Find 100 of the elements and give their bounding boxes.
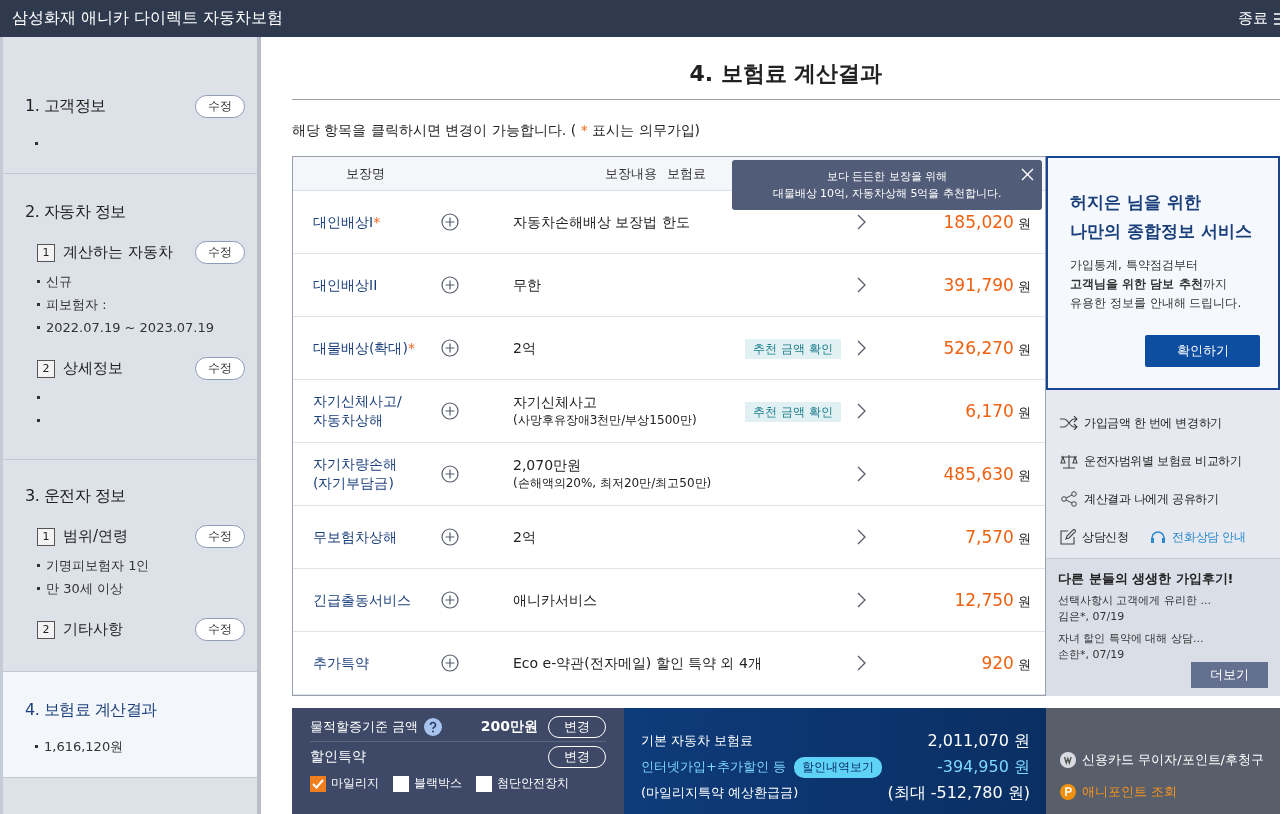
coverage-name[interactable]: 대인배상I* (313, 212, 441, 232)
step-title: 1. 고객정보 (25, 96, 107, 117)
confirm-button[interactable]: 확인하기 (1145, 335, 1260, 367)
coverage-note: (손해액의20%, 최저20만/최고50만) (513, 475, 713, 492)
premium-amount: 920 (981, 652, 1014, 673)
coverage-detail: 2억 (513, 528, 537, 546)
coverage-name[interactable]: 자기신체사고/ 자동차상해 (313, 392, 441, 430)
coverage-detail: Eco e-약관(전자메일) 할인 특약 외 4개 (513, 654, 763, 672)
review-author: 김은*, 07/19 (1058, 609, 1126, 625)
column-header: 보험료 (667, 164, 706, 183)
coverage-name[interactable]: 추가특약 (313, 653, 441, 673)
currency-unit: 원 (1018, 278, 1031, 294)
coverage-detail: 2,070만원 (513, 456, 583, 474)
coverage-detail: 무한 (513, 276, 542, 294)
edit-button[interactable]: 수정 (195, 95, 245, 118)
coverage-detail: 2억 (513, 339, 537, 357)
tooltip-text: 보다 든든한 보장을 위해 (826, 169, 948, 185)
summary-label: 기본 자동차 보험료 (641, 732, 754, 750)
page-title: 4. 보험료 계산결과 (292, 37, 1280, 100)
step-title: 4. 보험료 계산결과 (25, 700, 158, 721)
step-number: 2 (37, 620, 55, 639)
summary-text: 신규 (46, 272, 72, 291)
step-section[interactable]: 4. 보험료 계산결과 1,616,120원 (3, 672, 257, 778)
recommend-tag[interactable]: 추천 금액 확인 (745, 339, 841, 359)
substep-title: 범위/연령 (63, 527, 130, 546)
coverage-note: (사망후유장애3천만/부상1500만) (513, 412, 698, 429)
premium-amount: 12,750 (954, 589, 1014, 610)
option-label: 물적할증기준 금액 (310, 717, 419, 736)
edit-button[interactable]: 수정 (195, 241, 245, 264)
coverage-name[interactable]: 대물배상(확대)* (313, 338, 441, 358)
substep-title: 기타사항 (63, 620, 124, 639)
promo-text: 가입통계, 특약점검부터 (1070, 257, 1199, 274)
step-section[interactable]: 2. 자동차 정보 1 계산하는 자동차 수정 신규 피보험자 : 2022.07.19 ~ 2023.07.19 2 상세정보 수정 (3, 174, 257, 460)
review-text[interactable]: 선택사항시 고객에게 유리한 ... (1058, 593, 1268, 609)
currency-unit: 원 (1018, 215, 1031, 231)
edit-button[interactable]: 수정 (195, 618, 245, 641)
review-author: 손한*, 07/19 (1058, 647, 1126, 663)
app-title: 삼성화재 애니카 다이렉트 자동차보험 (12, 8, 285, 29)
recommend-tag[interactable]: 추천 금액 확인 (745, 402, 841, 422)
column-header: 보장내용 (605, 164, 657, 183)
coverage-name[interactable]: 대인배상II (313, 275, 441, 295)
currency-unit: 원 (1018, 341, 1031, 357)
premium-amount: 6,170 (965, 400, 1014, 421)
promo-text: 고객님을 위한 담보 추천까지 (1070, 276, 1228, 293)
reviews-title: 다른 분들의 생생한 가입후기! (1058, 571, 1235, 587)
option-label: 할인특약 (310, 747, 367, 766)
consult-link[interactable]: 상담신청 (1082, 528, 1129, 546)
step-number: 2 (37, 359, 55, 378)
action-link[interactable]: 운전자범위별 보험료 비교하기 (1084, 452, 1242, 470)
premium-amount: 391,790 (943, 274, 1014, 295)
edit-button[interactable]: 수정 (195, 357, 245, 380)
summary-text: 2022.07.19 ~ 2023.07.19 (46, 320, 215, 335)
premium-amount: 185,020 (943, 211, 1014, 232)
summary-value: -394,950 원 (936, 756, 1030, 778)
currency-unit: 원 (1018, 467, 1031, 483)
action-link[interactable]: 가입금액 한 번에 변경하기 (1084, 414, 1222, 432)
step-title: 3. 운전자 정보 (25, 486, 127, 507)
currency-unit: 원 (1018, 593, 1031, 609)
action-link[interactable]: 계산결과 나에게 공유하기 (1084, 490, 1219, 508)
step-title: 2. 자동차 정보 (25, 202, 127, 223)
review-text[interactable]: 자녀 할인 특약에 대해 상담... (1058, 631, 1268, 647)
summary-label: (마일리지특약 예상환급금) (641, 784, 799, 802)
summary-value: (최대 -512,780 원) (887, 782, 1030, 804)
currency-unit: 원 (1018, 530, 1031, 546)
promo-title: 허지은 님을 위한 (1070, 191, 1202, 214)
option-name: 블랙박스 (414, 775, 462, 792)
discount-detail-button[interactable]: 할인내역보기 (794, 756, 883, 778)
summary-value: 2,011,070 원 (927, 730, 1030, 752)
column-header: 보장명 (346, 164, 385, 183)
premium-amount: 526,270 (943, 337, 1014, 358)
currency-unit: 원 (1018, 656, 1031, 672)
summary-text: 기명피보험자 1인 (46, 556, 150, 575)
option-name: 마일리지 (331, 775, 379, 792)
step-section[interactable]: 1. 고객정보 수정 (3, 37, 257, 174)
coverage-detail: 자기신체사고 (513, 393, 598, 411)
promo-title: 나만의 종합정보 서비스 (1070, 220, 1253, 243)
coverage-name[interactable]: 긴급출동서비스 (313, 590, 441, 610)
summary-text: 피보험자 : (46, 295, 107, 314)
substep-title: 상세정보 (63, 359, 124, 378)
option-name: 첨단안전장치 (497, 775, 569, 792)
coverage-detail: 자동차손해배상 보장법 한도 (513, 213, 691, 231)
step-section[interactable]: 3. 운전자 정보 1 범위/연령 수정 기명피보험자 1인 만 30세 이상 2 기타사항 수정 (3, 460, 257, 672)
tooltip-text: 대물배상 10억, 자동차상해 5억을 추천합니다. (772, 186, 1002, 202)
premium-amount: 7,570 (965, 526, 1014, 547)
coverage-detail: 애니카서비스 (513, 591, 598, 609)
summary-text: 1,616,120원 (44, 737, 124, 756)
substep-title: 계산하는 자동차 (63, 243, 174, 262)
coverage-name[interactable]: 무보험차상해 (313, 527, 441, 547)
edit-button[interactable]: 수정 (195, 525, 245, 548)
exit-link[interactable]: 종료 (1238, 9, 1268, 28)
premium-amount: 485,630 (943, 463, 1014, 484)
currency-unit: 원 (1018, 404, 1031, 420)
option-value: 200만원 (480, 717, 538, 736)
coverage-name[interactable]: 자기차량손해 (자기부담금) (313, 455, 441, 493)
step-number: 1 (37, 243, 55, 262)
promo-text: 유용한 정보를 안내해 드립니다. (1070, 295, 1243, 312)
notice-text: 해당 항목을 클릭하시면 변경이 가능합니다. ( * 표시는 의무가입) (292, 122, 701, 140)
summary-label: 인터넷가입+추가할인 등 (641, 758, 787, 776)
payment-link[interactable]: 신용카드 무이자/포인트/후청구 (1082, 751, 1264, 769)
more-button[interactable]: 더보기 (1191, 662, 1268, 688)
